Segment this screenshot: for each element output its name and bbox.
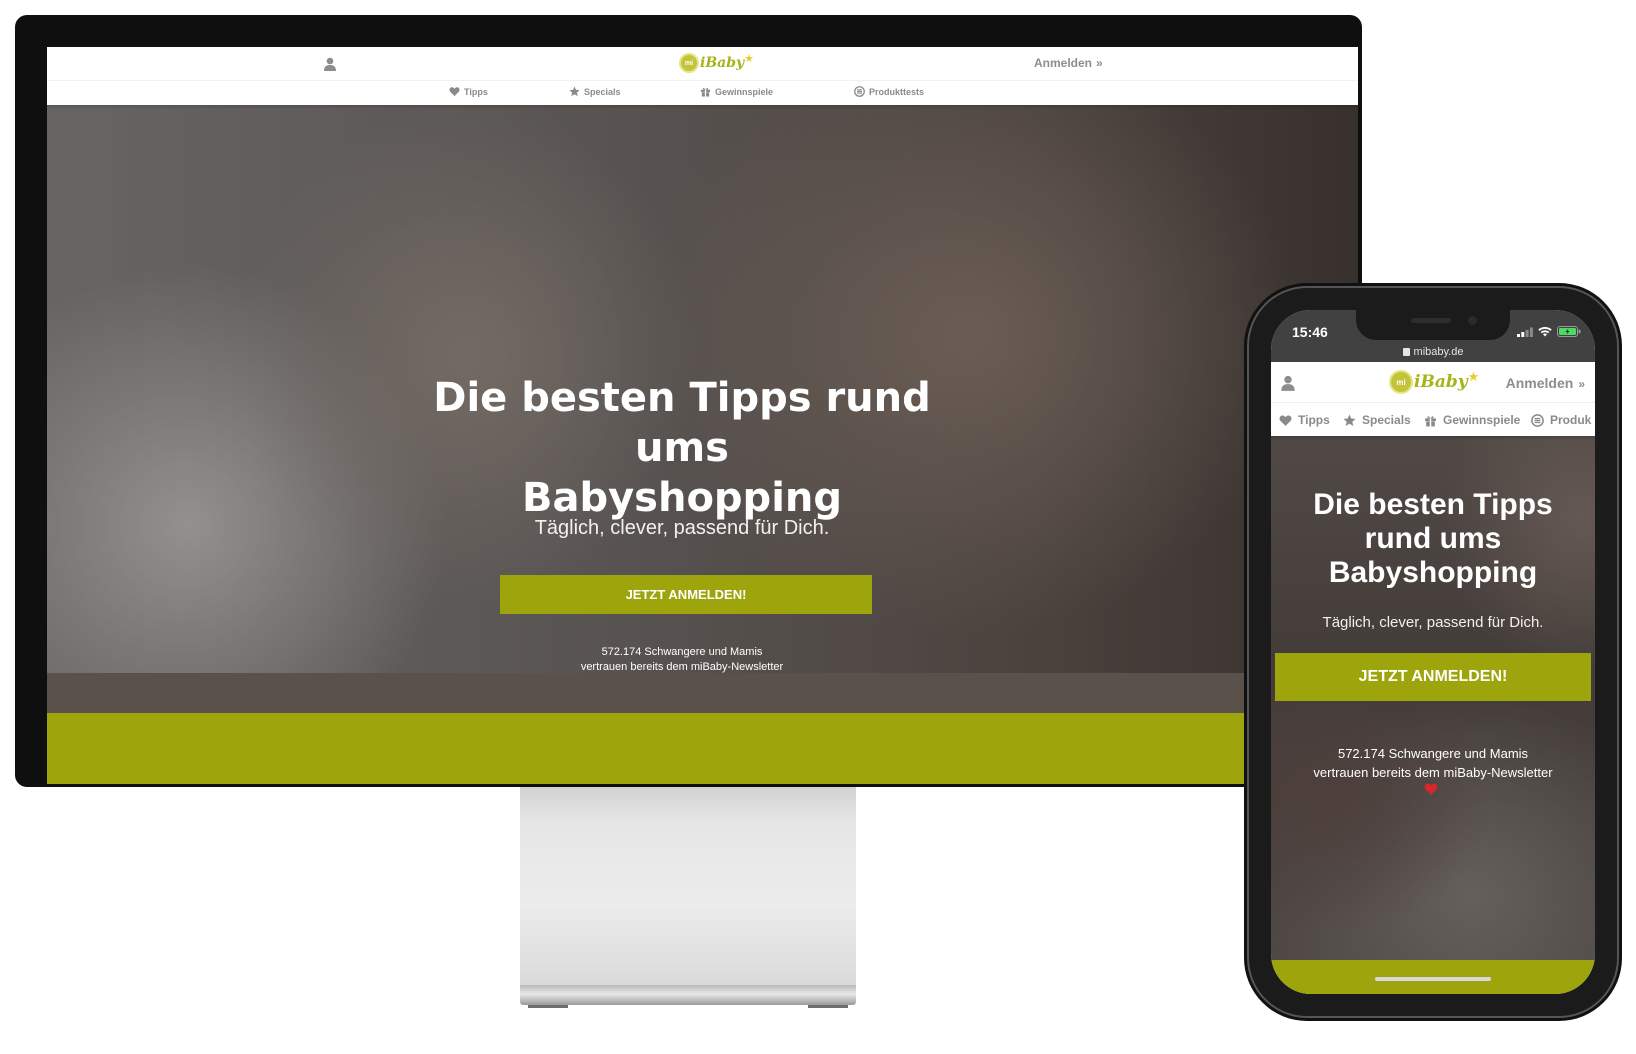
user-icon[interactable] [1279, 374, 1297, 392]
hero-title: Die besten Tipps rund ums Babyshopping [1283, 488, 1583, 590]
desktop-main-nav: Tipps Specials Gewinnspiele Produkttests [47, 80, 1358, 105]
nav-item-produkttests[interactable]: Produkttests [854, 86, 924, 97]
login-label: Anmelden [1034, 56, 1093, 70]
signal-icon [1517, 327, 1533, 337]
hero-title-line: Die besten Tipps rund ums [433, 375, 931, 471]
monitor-stand-foot [808, 1005, 848, 1008]
lock-icon [1402, 348, 1410, 356]
phone-notch [1356, 310, 1510, 340]
trust-text: 572.174 Schwangere und Mamis vertrauen b… [482, 645, 882, 673]
monitor-stand-foot [528, 1005, 568, 1008]
phone-volume-down-button [1244, 505, 1248, 557]
trust-line: 572.174 Schwangere und Mamis [601, 646, 763, 658]
signup-cta-button[interactable]: JETZT ANMELDEN! [1275, 653, 1591, 701]
login-link[interactable]: Anmelden» [1034, 56, 1103, 70]
green-footer-band [47, 713, 1358, 784]
browser-url: mibaby.de [1413, 346, 1464, 358]
nav-item-tipps[interactable]: Tipps [449, 86, 488, 97]
heart-icon [449, 87, 460, 97]
heart-icon [1279, 415, 1292, 426]
star-icon [569, 86, 580, 97]
phone-main-nav: Tipps Specials Gewinnspiele Produk [1271, 402, 1595, 436]
hero-title-line: Babyshopping [1328, 556, 1538, 589]
logo-star-icon: ★ [1467, 369, 1480, 384]
nav-item-specials[interactable]: Specials [1343, 413, 1411, 427]
phone-volume-up-button [1244, 440, 1248, 492]
status-time: 15:46 [1292, 324, 1328, 340]
hero-title-line: rund ums [1364, 522, 1502, 555]
trust-line: vertrauen bereits dem miBaby-Newsletter [1313, 765, 1553, 780]
nav-label: Specials [1362, 413, 1411, 427]
nav-item-gewinnspiele[interactable]: Gewinnspiele [700, 86, 773, 97]
desktop-screen: mi iBaby ★ Anmelden» Tipps Specials Gewi… [47, 47, 1358, 784]
trust-line: 572.174 Schwangere und Mamis [1337, 746, 1529, 761]
phone-hero: Die besten Tipps rund ums Babyshopping T… [1271, 436, 1595, 960]
phone-mute-switch [1244, 388, 1248, 416]
logo-badge: mi [679, 53, 699, 73]
nav-item-tipps[interactable]: Tipps [1279, 413, 1330, 427]
trust-line: vertrauen bereits dem miBaby-Newsletter [580, 661, 784, 673]
nav-label: Tipps [464, 86, 488, 97]
heart-icon [1424, 783, 1438, 795]
gift-icon [1425, 415, 1436, 426]
hero-title-line: Die besten Tipps [1313, 488, 1553, 521]
hero-image-strip [47, 673, 1358, 713]
nav-item-specials[interactable]: Specials [569, 86, 621, 97]
battery-icon [1557, 326, 1581, 337]
logo-star-icon: ★ [744, 52, 755, 65]
user-icon[interactable] [322, 56, 338, 72]
desktop-header: mi iBaby ★ Anmelden» [47, 47, 1358, 80]
phone-status-bar: 15:46 mibaby.de [1271, 310, 1595, 362]
phone-header: mi iBaby ★ Anmelden » [1271, 362, 1595, 402]
nav-label: Produk [1550, 413, 1592, 427]
hero-subtitle: Täglich, clever, passend für Dich. [1322, 614, 1544, 631]
home-indicator[interactable] [1375, 977, 1491, 981]
logo-badge: mi [1389, 370, 1413, 394]
star-icon [1343, 414, 1356, 426]
hero-title: Die besten Tipps rund ums Babyshopping [382, 373, 982, 523]
device-mockup-stage: mi iBaby ★ Anmelden» Tipps Specials Gewi… [0, 0, 1636, 1054]
logo-text: iBaby [700, 55, 745, 71]
signup-cta-button[interactable]: JETZT ANMELDEN! [500, 575, 872, 614]
chevron-right-icon: » [1096, 56, 1103, 70]
nav-label: Specials [584, 86, 621, 97]
phone-screen: 15:46 mibaby.de mi iBaby ★ Anmelden » Ti… [1271, 310, 1595, 994]
nav-item-gewinnspiele[interactable]: Gewinnspiele [1424, 413, 1520, 427]
settings-circle-icon [854, 86, 865, 97]
status-icons [1517, 326, 1581, 337]
phone-power-button [1618, 455, 1622, 535]
wifi-icon [1538, 326, 1552, 336]
login-label: Anmelden [1505, 375, 1574, 391]
hero-title-line: Babyshopping [521, 475, 843, 521]
login-link[interactable]: Anmelden » [1506, 375, 1585, 391]
gift-icon [700, 87, 711, 97]
nav-item-produkttests[interactable]: Produk [1531, 413, 1591, 427]
monitor-stand-base [520, 985, 856, 1005]
logo-text: iBaby [1414, 372, 1468, 392]
smartphone: 15:46 mibaby.de mi iBaby ★ Anmelden » Ti… [1249, 288, 1617, 1016]
nav-label: Produkttests [869, 86, 925, 97]
site-logo[interactable]: mi iBaby ★ [1389, 368, 1479, 396]
nav-label: Gewinnspiele [715, 86, 774, 97]
settings-circle-icon [1531, 413, 1544, 427]
site-logo[interactable]: mi iBaby ★ [679, 49, 754, 77]
front-camera [1468, 316, 1477, 325]
chevron-right-icon: » [1578, 377, 1585, 391]
hero-subtitle: Täglich, clever, passend für Dich. [534, 517, 830, 539]
desktop-monitor: mi iBaby ★ Anmelden» Tipps Specials Gewi… [15, 15, 1362, 787]
nav-label: Tipps [1298, 413, 1330, 427]
browser-url-bar[interactable]: mibaby.de [1271, 346, 1595, 358]
nav-label: Gewinnspiele [1443, 413, 1521, 427]
speaker-grille [1411, 318, 1451, 323]
desktop-hero: Die besten Tipps rund ums Babyshopping T… [47, 105, 1358, 673]
monitor-stand [520, 787, 856, 985]
trust-text: 572.174 Schwangere und Mamis vertrauen b… [1283, 744, 1583, 782]
